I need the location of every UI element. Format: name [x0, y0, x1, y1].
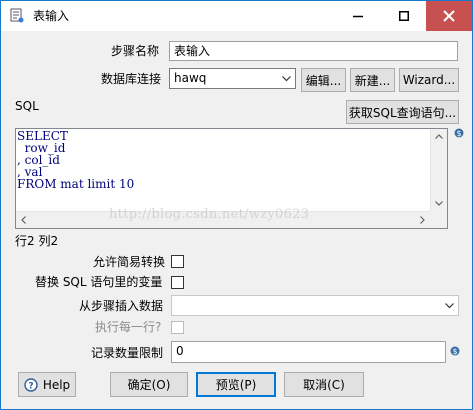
chevron-down-icon[interactable] [278, 70, 294, 87]
db-connection-label: 数据库连接 [101, 72, 162, 86]
scroll-up-icon[interactable] [435, 134, 443, 139]
help-icon: ? [24, 377, 38, 392]
limit-input[interactable]: 0 [171, 341, 446, 363]
insert-from-step-label: 从步骤插入数据 [79, 299, 164, 313]
svg-text:?: ? [28, 381, 33, 391]
svg-text:$: $ [456, 129, 461, 138]
step-name-input[interactable]: 表输入 [169, 41, 458, 61]
db-connection-select[interactable]: hawq [169, 68, 296, 89]
window-title: 表输入 [33, 9, 70, 23]
lazy-conversion-checkbox[interactable] [171, 255, 184, 268]
variable-icon: $ [450, 346, 460, 356]
new-connection-button[interactable]: 新建... [350, 68, 395, 92]
app-icon [10, 8, 24, 23]
execute-each-row-checkbox[interactable] [171, 321, 184, 334]
insert-from-step-select[interactable] [171, 295, 459, 316]
scroll-right-icon[interactable] [420, 216, 425, 224]
replace-variables-label: 替换 SQL 语句里的变量 [35, 275, 163, 289]
scroll-down-icon[interactable] [435, 201, 443, 206]
minimize-button[interactable] [335, 1, 381, 31]
table-input-dialog: 表输入 步骤名称 表输入 数据库连接 hawq 编辑... 新建... Wiza… [0, 0, 473, 410]
svg-text:$: $ [452, 347, 457, 356]
title-bar[interactable]: 表输入 [1, 1, 472, 31]
get-sql-button[interactable]: 获取SQL查询语句... [346, 100, 459, 124]
cancel-button[interactable]: 取消(C) [284, 372, 364, 397]
variable-icon: $ [454, 128, 464, 138]
sql-label: SQL [15, 99, 39, 113]
edit-connection-button[interactable]: 编辑... [301, 68, 346, 92]
wizard-button[interactable]: Wizard... [399, 68, 459, 92]
limit-label: 记录数量限制 [91, 346, 164, 360]
cursor-position: 行2 列2 [15, 234, 59, 248]
maximize-button[interactable] [381, 1, 427, 31]
chevron-down-icon[interactable] [441, 297, 457, 314]
scrollbar-corner [430, 211, 447, 228]
close-button[interactable] [426, 1, 472, 31]
sql-text[interactable]: SELECT row_id, col_id, val FROM mat limit… [17, 130, 134, 190]
execute-each-row-label: 执行每一行? [95, 320, 162, 334]
db-connection-value: hawq [174, 71, 207, 85]
sql-line: FROM mat limit 10 [17, 177, 135, 191]
scroll-left-icon[interactable] [21, 216, 26, 224]
help-label: Help [42, 377, 71, 392]
help-button[interactable]: ? Help [18, 372, 76, 397]
preview-button[interactable]: 预览(P) [196, 372, 276, 397]
ok-button[interactable]: 确定(O) [110, 372, 188, 397]
minimize-icon [353, 15, 363, 18]
replace-variables-checkbox[interactable] [171, 276, 184, 289]
lazy-conversion-label: 允许简易转换 [93, 255, 166, 269]
close-icon [443, 10, 455, 22]
vertical-scrollbar[interactable] [430, 129, 447, 211]
maximize-icon [399, 11, 409, 21]
step-name-label: 步骤名称 [111, 44, 160, 58]
watermark: http://blog.csdn.net/wzy0623 [109, 207, 310, 222]
